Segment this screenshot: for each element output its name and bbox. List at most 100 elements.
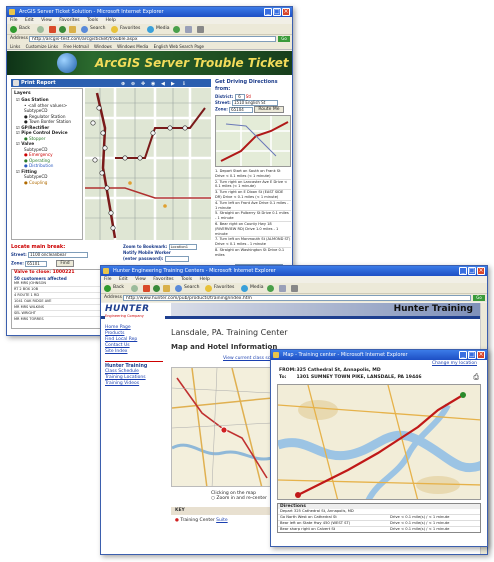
forward-icon[interactable]	[37, 26, 44, 33]
direction-step: 2. Turn right on Lancaster Ave E Drive <…	[215, 180, 291, 191]
print-icon[interactable]: ⎙	[473, 374, 479, 381]
search-icon[interactable]	[81, 26, 88, 33]
back-extent-icon[interactable]: ◀	[161, 80, 165, 88]
change-location-link[interactable]: Change my location	[271, 360, 487, 367]
link-item[interactable]: Windows Media	[117, 44, 148, 49]
main-map[interactable]	[85, 88, 211, 240]
password-label: (enter password):	[123, 256, 164, 261]
maximize-button[interactable]: □	[468, 267, 476, 275]
link-item[interactable]: English Web Search Page	[154, 44, 204, 49]
print-report-bar: Print Report ⊕ ⊖ ✥ ◉ ◀ ▶ ℹ	[11, 79, 211, 87]
home-icon[interactable]	[69, 26, 76, 33]
forward-icon[interactable]	[131, 285, 138, 292]
link-item[interactable]: Customize Links	[26, 44, 59, 49]
search-icon[interactable]	[175, 285, 182, 292]
media-label[interactable]: Media	[250, 285, 264, 290]
print-icon[interactable]	[197, 26, 204, 33]
find-button[interactable]: Find	[56, 260, 74, 267]
direction-instruction: Bear left on State Hwy 450 (WEST ST)	[280, 521, 351, 525]
history-icon[interactable]	[173, 26, 180, 33]
nav-site-index[interactable]: Site Index	[105, 349, 163, 355]
link-item[interactable]: Windows	[94, 44, 112, 49]
home-icon[interactable]	[163, 285, 170, 292]
hunter-map[interactable]	[171, 367, 271, 487]
link-item[interactable]: Free Hotmail	[63, 44, 88, 49]
go-button[interactable]: Go	[473, 295, 485, 301]
printer-icon[interactable]	[13, 80, 19, 86]
media-icon[interactable]	[147, 26, 154, 33]
direction-instruction: Go North West on Cathedral St	[280, 515, 337, 519]
maximize-button[interactable]: □	[273, 8, 281, 16]
search-label[interactable]: Search	[90, 26, 105, 31]
menu-tools[interactable]: Tools	[181, 277, 192, 282]
bookmark-form: Zoom to Bookmark: Location1 Notify Mobil…	[123, 244, 213, 262]
search-label[interactable]: Search	[184, 285, 199, 290]
back-label[interactable]: Back	[113, 285, 124, 290]
favorites-icon[interactable]	[111, 26, 118, 33]
menu-help[interactable]: Help	[106, 18, 116, 23]
stop-icon[interactable]	[143, 285, 150, 292]
layer-label: Town Border Station	[29, 119, 72, 124]
ie-icon	[103, 268, 109, 274]
menu-favorites[interactable]: Favorites	[153, 277, 173, 282]
address-input[interactable]: http://arcgis-test.com/arcgisticket/trou…	[29, 36, 276, 42]
back-label[interactable]: Back	[19, 26, 30, 31]
map-title-bar[interactable]: Map - Training center - Microsoft Intern…	[271, 350, 487, 360]
stop-icon[interactable]	[49, 26, 56, 33]
mail-icon[interactable]	[279, 285, 286, 292]
full-extent-icon[interactable]: ◉	[151, 80, 155, 88]
minimize-button[interactable]: _	[459, 267, 467, 275]
menu-edit[interactable]: Edit	[119, 277, 128, 282]
forward-extent-icon[interactable]: ▶	[171, 80, 175, 88]
menu-view[interactable]: View	[135, 277, 146, 282]
refresh-icon[interactable]	[153, 285, 160, 292]
locate-street-input[interactable]: 1100 oncleanbear	[27, 252, 88, 258]
pan-icon[interactable]: ✥	[141, 80, 145, 88]
back-icon[interactable]	[104, 285, 111, 292]
maximize-button[interactable]: □	[468, 351, 476, 359]
close-button[interactable]: ×	[477, 351, 485, 359]
layer-item[interactable]: ● Coupling	[14, 180, 80, 186]
nav-training-videos[interactable]: Training Videos	[105, 381, 163, 387]
print-report-link[interactable]: Print Report	[21, 80, 56, 86]
bookmark-select[interactable]: Location1	[168, 244, 197, 250]
route-overview-map[interactable]	[277, 384, 481, 500]
menu-help[interactable]: Help	[200, 277, 210, 282]
close-button[interactable]: ×	[477, 267, 485, 275]
menu-edit[interactable]: Edit	[25, 18, 34, 23]
address-input[interactable]: http://www.hunter.com/pub/products/train…	[123, 295, 471, 301]
menu-view[interactable]: View	[41, 18, 52, 23]
minimize-button[interactable]: _	[264, 8, 272, 16]
zoom-in-icon[interactable]: ⊕	[121, 80, 125, 88]
zoom-out-icon[interactable]: ⊖	[131, 80, 135, 88]
menu-favorites[interactable]: Favorites	[59, 18, 79, 23]
close-button[interactable]: ×	[282, 8, 290, 16]
media-label[interactable]: Media	[156, 26, 170, 31]
route-me-button[interactable]: Route Me	[254, 106, 284, 113]
identify-icon[interactable]: ℹ	[183, 80, 185, 88]
locate-zone-input[interactable]: 65101	[25, 260, 48, 267]
go-button[interactable]: Go	[278, 36, 290, 42]
favorites-icon[interactable]	[205, 285, 212, 292]
print-icon[interactable]	[291, 285, 298, 292]
zone-input[interactable]: 65104	[229, 106, 254, 113]
menu-tools[interactable]: Tools	[87, 18, 98, 23]
password-input[interactable]	[164, 256, 189, 262]
key-item-link[interactable]: Suite	[216, 518, 228, 523]
back-icon[interactable]	[10, 26, 17, 33]
layer-label: SubtypeCD	[24, 146, 48, 152]
hunter-title-bar[interactable]: Hunter Engineering Training Centers - Mi…	[101, 266, 487, 276]
mail-icon[interactable]	[185, 26, 192, 33]
menu-file[interactable]: File	[10, 18, 18, 23]
favorites-label[interactable]: Favorites	[120, 26, 140, 31]
key-item-label: Training Center	[180, 518, 215, 523]
refresh-icon[interactable]	[59, 26, 66, 33]
arcgis-title-bar[interactable]: ArcGIS Server Ticket Solution - Microsof…	[7, 7, 292, 17]
history-icon[interactable]	[267, 285, 274, 292]
minimize-button[interactable]: _	[459, 351, 467, 359]
route-map[interactable]	[215, 115, 291, 167]
locate-form: Locate main break: Street: 1100 oncleanb…	[11, 244, 119, 267]
menu-file[interactable]: File	[104, 277, 112, 282]
favorites-label[interactable]: Favorites	[214, 285, 234, 290]
media-icon[interactable]	[241, 285, 248, 292]
